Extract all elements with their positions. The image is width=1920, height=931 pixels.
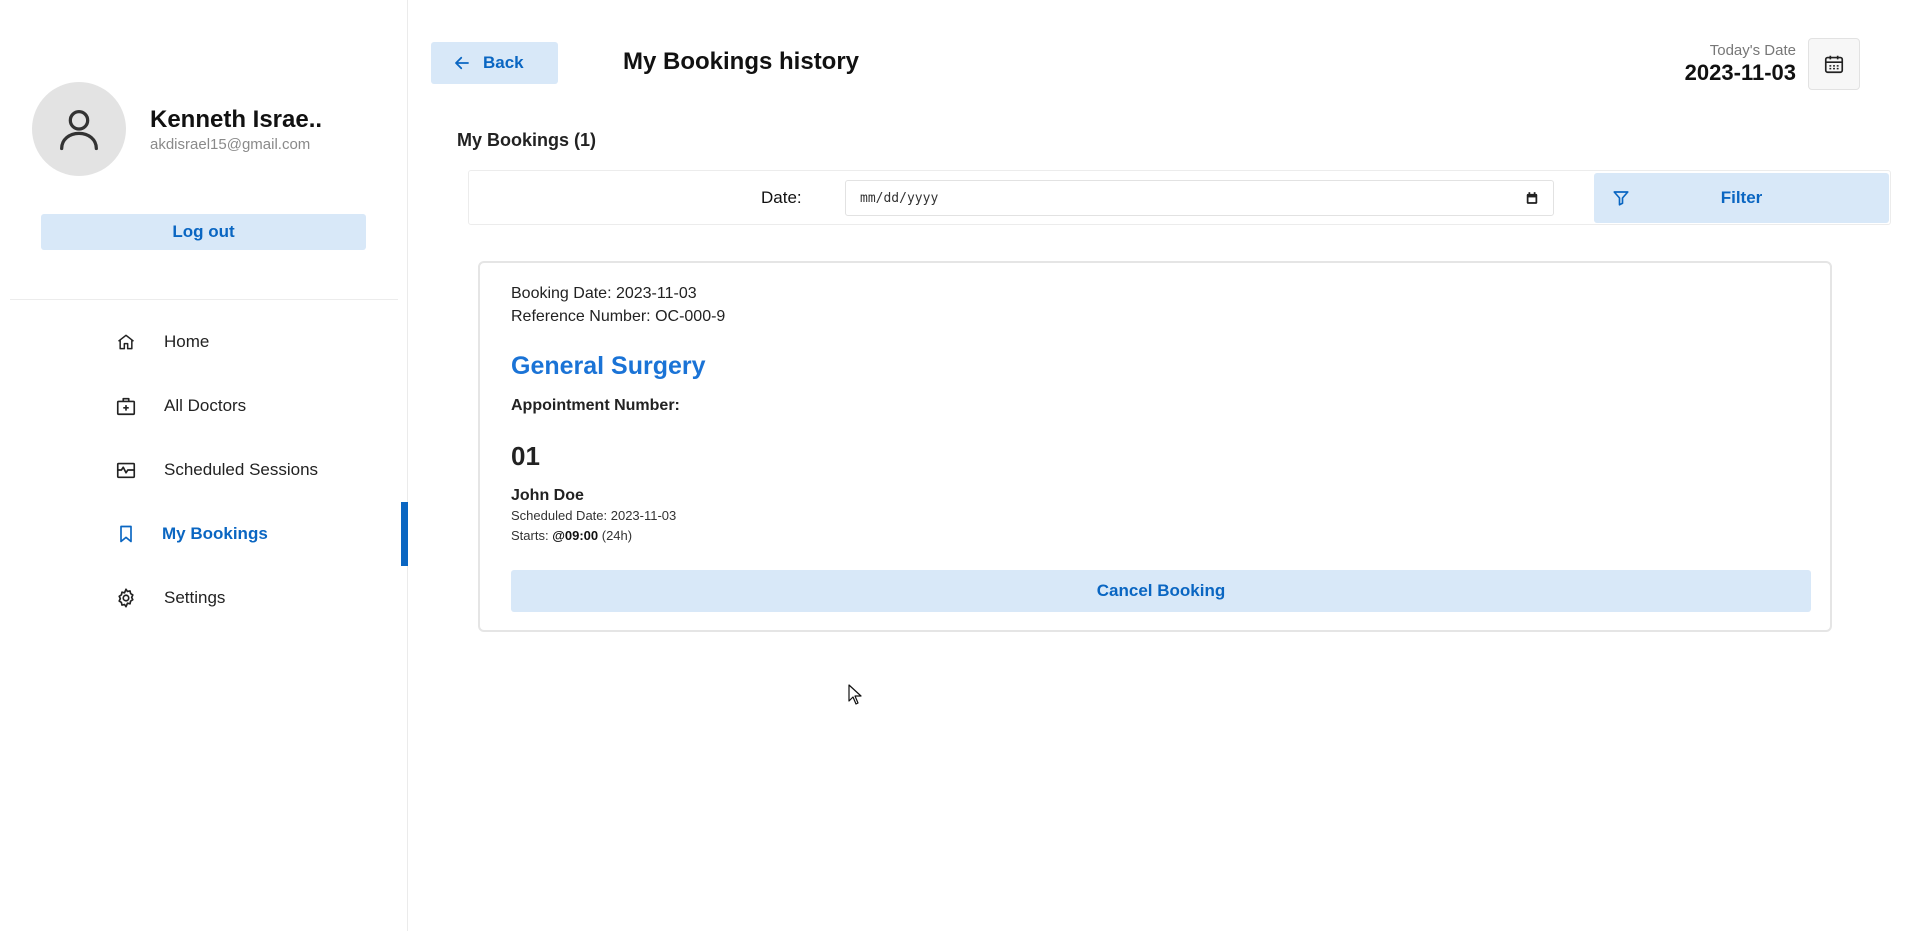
schedule-icon — [114, 458, 138, 482]
appointment-number-label: Appointment Number: — [511, 397, 680, 414]
sidebar-item-label: My Bookings — [162, 524, 268, 543]
specialty-title: General Surgery — [511, 352, 706, 380]
user-email: akdisrael15@gmail.com — [150, 135, 311, 153]
filter-button-label: Filter — [1720, 188, 1763, 207]
bookmark-icon — [114, 522, 138, 546]
avatar — [32, 82, 126, 176]
sidebar-item-my-bookings[interactable]: My Bookings — [0, 502, 408, 566]
user-profile: Kenneth Israe.. akdisrael15@gmail.com — [32, 82, 322, 176]
medical-bag-icon — [114, 394, 138, 418]
sidebar-item-label: Scheduled Sessions — [164, 460, 319, 479]
start-time: Starts: @09:00 (24h) — [511, 528, 632, 543]
sidebar-item-scheduled-sessions[interactable]: Scheduled Sessions — [0, 438, 408, 502]
appointment-number: 01 — [511, 441, 540, 471]
user-name: Kenneth Israe.. — [150, 105, 323, 133]
page-title: My Bookings history — [623, 48, 860, 75]
calendar-icon — [1824, 55, 1844, 74]
start-time-value: @09:00 — [552, 528, 599, 543]
sidebar-item-home[interactable]: Home — [0, 310, 408, 374]
sidebar-item-label: Home — [164, 332, 210, 351]
sidebar-divider — [10, 299, 398, 300]
date-filter-label: Date: — [761, 188, 802, 207]
start-time-suffix: (24h) — [598, 528, 633, 543]
cancel-booking-button[interactable]: Cancel Booking — [511, 570, 1811, 612]
date-filter-input[interactable]: mm/dd/yyyy — [845, 180, 1554, 216]
back-button[interactable]: Back — [431, 42, 558, 84]
sidebar-item-settings[interactable]: Settings — [0, 566, 408, 630]
user-icon — [60, 110, 98, 151]
sidebar-item-label: Settings — [164, 588, 226, 607]
todays-date-value: 2023-11-03 — [1684, 60, 1796, 85]
calendar-button[interactable] — [1808, 38, 1860, 90]
arrow-left-icon — [455, 56, 469, 70]
booking-date: Booking Date: 2023-11-03 — [511, 285, 697, 302]
active-indicator — [401, 502, 408, 566]
calendar-icon — [1526, 192, 1538, 204]
gear-icon — [114, 586, 138, 610]
date-placeholder: mm/dd/yyyy — [860, 190, 939, 206]
doctor-name: John Doe — [511, 487, 584, 504]
reference-number: Reference Number: OC-000-9 — [511, 308, 726, 325]
mouse-cursor-icon — [848, 684, 862, 705]
bookings-section-title: My Bookings (1) — [457, 130, 597, 150]
sidebar-item-label: All Doctors — [164, 396, 247, 415]
home-icon — [114, 330, 138, 354]
filter-bar: Date: mm/dd/yyyy Filter — [468, 170, 1891, 225]
booking-card: Booking Date: 2023-11-03 Reference Numbe… — [478, 261, 1832, 632]
filter-button[interactable]: Filter — [1594, 173, 1889, 223]
todays-date: Today's Date 2023-11-03 — [1685, 42, 1796, 86]
logout-button[interactable]: Log out — [41, 214, 366, 250]
scheduled-date: Scheduled Date: 2023-11-03 — [511, 508, 677, 523]
sidebar-item-all-doctors[interactable]: All Doctors — [0, 374, 408, 438]
sidebar-nav: Home All Doctors Scheduled Sessions My B… — [0, 310, 408, 630]
todays-date-label: Today's Date — [1709, 42, 1796, 59]
back-button-label: Back — [483, 53, 524, 72]
start-time-prefix: Starts: — [511, 528, 553, 543]
sidebar: Kenneth Israe.. akdisrael15@gmail.com Lo… — [0, 0, 408, 931]
